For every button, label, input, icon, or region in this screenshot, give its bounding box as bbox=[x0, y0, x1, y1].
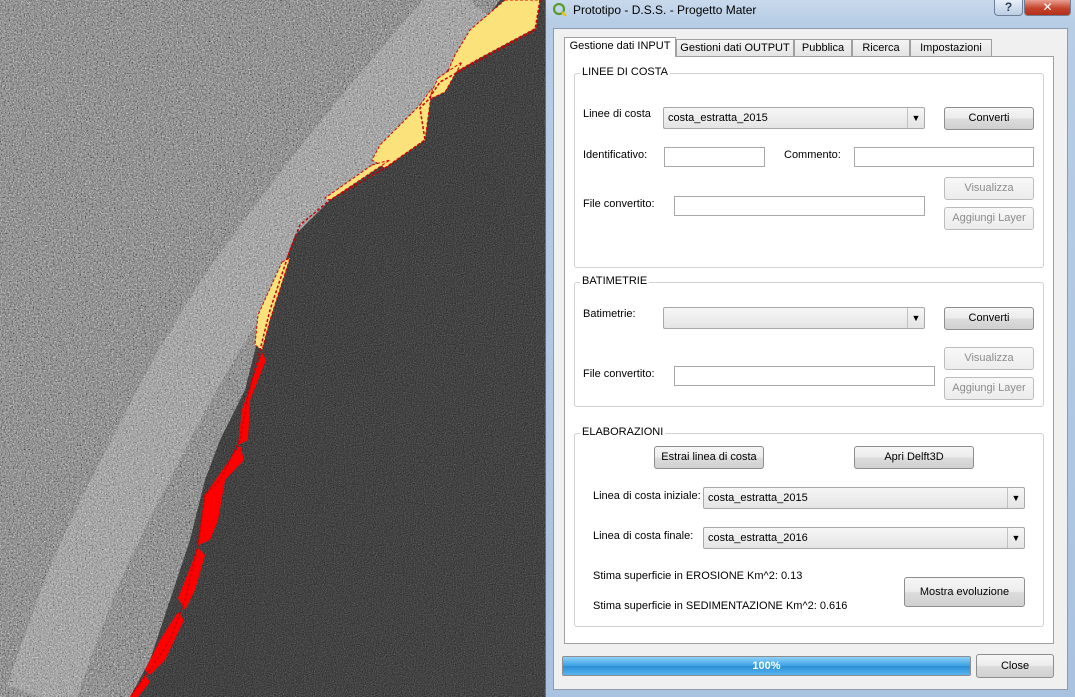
estrai-linea-button[interactable]: Estrai linea di costa bbox=[654, 446, 764, 469]
close-button[interactable]: Close bbox=[976, 654, 1054, 678]
help-button[interactable]: ? bbox=[994, 0, 1023, 16]
tab-panel-input: LINEE DI COSTA Linee di costa costa_estr… bbox=[564, 56, 1054, 644]
group-title-linee: LINEE DI COSTA bbox=[580, 66, 670, 78]
file-convertito-batimetrie-label: File convertito: bbox=[583, 368, 655, 380]
stima-sedimentazione-text: Stima superficie in SEDIMENTAZIONE Km^2:… bbox=[593, 600, 848, 612]
linea-iniziale-label: Linea di costa iniziale: bbox=[593, 490, 701, 502]
batimetrie-combo[interactable]: ▼ bbox=[663, 307, 925, 329]
linee-label: Linee di costa bbox=[583, 108, 651, 120]
group-batimetrie: BATIMETRIE Batimetrie: ▼ Converti Visual… bbox=[574, 275, 1044, 407]
plugin-dialog: Prototipo - D.S.S. - Progetto Mater ? ✕ … bbox=[545, 0, 1075, 697]
identificativo-label: Identificativo: bbox=[583, 149, 648, 161]
linee-combo-value: costa_estratta_2015 bbox=[668, 112, 768, 124]
linea-finale-combo[interactable]: costa_estratta_2016 ▼ bbox=[703, 527, 1025, 549]
tab-impostazioni[interactable]: Impostazioni bbox=[910, 39, 992, 56]
window-close-button[interactable]: ✕ bbox=[1024, 0, 1071, 16]
commento-field[interactable] bbox=[854, 147, 1034, 167]
visualizza-linee-button[interactable]: Visualizza bbox=[944, 177, 1034, 200]
file-convertito-linee-label: File convertito: bbox=[583, 198, 655, 210]
tab-ricerca[interactable]: Ricerca bbox=[852, 39, 910, 56]
map-canvas[interactable] bbox=[0, 0, 545, 697]
tab-pubblica[interactable]: Pubblica bbox=[794, 39, 852, 56]
group-title-elaborazioni: ELABORAZIONI bbox=[580, 426, 666, 438]
commento-label: Commento: bbox=[784, 149, 841, 161]
qgis-icon bbox=[553, 3, 567, 17]
group-linee-di-costa: LINEE DI COSTA Linee di costa costa_estr… bbox=[574, 66, 1044, 268]
chevron-down-icon: ▼ bbox=[907, 108, 924, 128]
linea-iniziale-combo-value: costa_estratta_2015 bbox=[708, 492, 808, 504]
chevron-down-icon: ▼ bbox=[907, 308, 924, 328]
aggiungi-layer-linee-button[interactable]: Aggiungi Layer bbox=[944, 207, 1034, 230]
title-bar[interactable]: Prototipo - D.S.S. - Progetto Mater ? ✕ bbox=[546, 0, 1075, 22]
converti-linee-button[interactable]: Converti bbox=[944, 107, 1034, 130]
linee-combo[interactable]: costa_estratta_2015 ▼ bbox=[663, 107, 925, 129]
map-view bbox=[0, 0, 545, 697]
mostra-evoluzione-button[interactable]: Mostra evoluzione bbox=[904, 577, 1025, 607]
linea-iniziale-combo[interactable]: costa_estratta_2015 ▼ bbox=[703, 487, 1025, 509]
identificativo-field[interactable] bbox=[664, 147, 765, 167]
file-convertito-batimetrie-field[interactable] bbox=[674, 366, 935, 386]
dialog-client: Gestione dati INPUT Gestioni dati OUTPUT… bbox=[553, 28, 1068, 690]
batimetrie-label: Batimetrie: bbox=[583, 308, 636, 320]
chevron-down-icon: ▼ bbox=[1007, 528, 1024, 548]
linea-finale-label: Linea di costa finale: bbox=[593, 530, 694, 542]
stima-erosione-text: Stima superficie in EROSIONE Km^2: 0.13 bbox=[593, 570, 803, 582]
progress-text: 100% bbox=[752, 660, 781, 672]
visualizza-batimetrie-button[interactable]: Visualizza bbox=[944, 347, 1034, 370]
window-title: Prototipo - D.S.S. - Progetto Mater bbox=[573, 3, 757, 17]
tab-gestione-dati-input[interactable]: Gestione dati INPUT bbox=[564, 37, 676, 57]
chevron-down-icon: ▼ bbox=[1007, 488, 1024, 508]
group-title-batimetrie: BATIMETRIE bbox=[580, 275, 650, 287]
progress-bar: 100% bbox=[562, 656, 971, 676]
file-convertito-linee-field[interactable] bbox=[674, 196, 925, 216]
aggiungi-layer-batimetrie-button[interactable]: Aggiungi Layer bbox=[944, 377, 1034, 400]
apri-delft3d-button[interactable]: Apri Delft3D bbox=[854, 446, 974, 469]
tab-gestioni-dati-output[interactable]: Gestioni dati OUTPUT bbox=[676, 39, 794, 56]
converti-batimetrie-button[interactable]: Converti bbox=[944, 307, 1034, 330]
group-elaborazioni: ELABORAZIONI Estrai linea di costa Apri … bbox=[574, 426, 1044, 627]
linea-finale-combo-value: costa_estratta_2016 bbox=[708, 532, 808, 544]
